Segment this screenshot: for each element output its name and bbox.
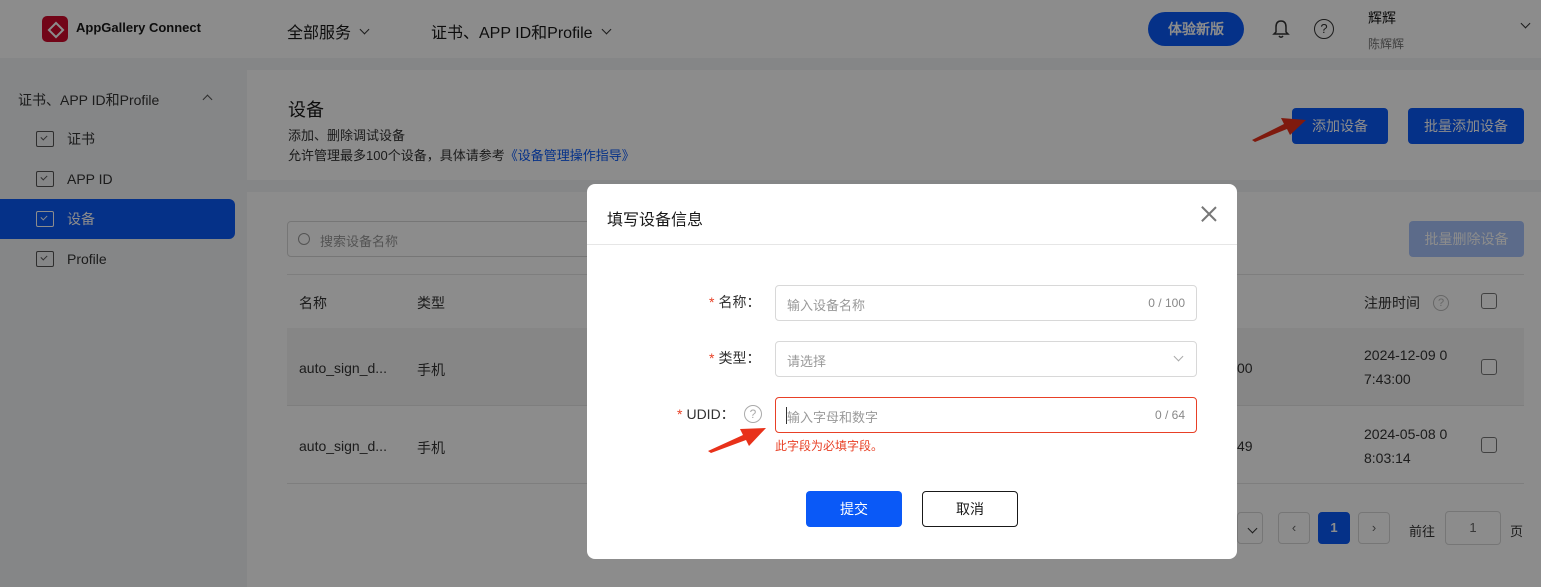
udid-field-label: * UDID：	[677, 406, 735, 422]
close-icon[interactable]	[1199, 204, 1219, 224]
annotation-arrow-icon	[708, 428, 766, 453]
device-type-select[interactable]: 请选择	[775, 341, 1197, 377]
dialog-divider	[587, 244, 1237, 245]
device-name-field[interactable]: 输入设备名称 0 / 100	[775, 285, 1197, 321]
udid-label-text: UDID：	[686, 406, 735, 422]
name-char-count: 0 / 100	[1148, 296, 1185, 310]
cancel-button[interactable]: 取消	[922, 491, 1018, 527]
name-placeholder: 输入设备名称	[787, 298, 866, 313]
type-label-text: 类型：	[718, 350, 761, 366]
submit-button[interactable]: 提交	[806, 491, 902, 527]
udid-help-icon[interactable]: ?	[744, 405, 762, 423]
udid-placeholder: 输入字母和数字	[787, 410, 879, 425]
udid-field[interactable]: 输入字母和数字 0 / 64	[775, 397, 1197, 433]
udid-char-count: 0 / 64	[1154, 408, 1185, 422]
name-label-text: 名称：	[718, 294, 761, 310]
name-field-label: * 名称：	[709, 294, 761, 310]
type-field-label: * 类型：	[709, 350, 761, 366]
device-info-dialog: 填写设备信息 * 名称： 输入设备名称 0 / 100 * 类型： 请选择 * UDI…	[587, 184, 1237, 559]
chevron-down-icon	[1173, 351, 1184, 362]
type-placeholder: 请选择	[787, 354, 827, 369]
udid-error-message: 此字段为必填字段。	[775, 439, 884, 453]
dialog-title: 填写设备信息	[607, 212, 704, 229]
